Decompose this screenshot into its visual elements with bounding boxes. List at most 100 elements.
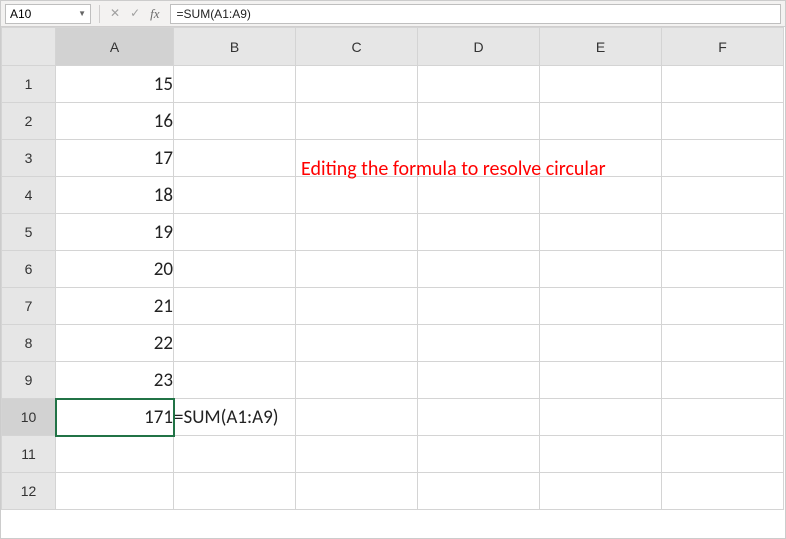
cell-B4[interactable] <box>174 177 296 214</box>
fx-icon[interactable]: fx <box>150 6 159 22</box>
cell-B1[interactable] <box>174 66 296 103</box>
cell-B9[interactable] <box>174 362 296 399</box>
cell-E1[interactable] <box>540 66 662 103</box>
table-row: 721 <box>2 288 784 325</box>
row-header-4[interactable]: 4 <box>2 177 56 214</box>
cancel-icon[interactable]: ✕ <box>110 6 120 21</box>
cell-B11[interactable] <box>174 436 296 473</box>
cell-C2[interactable] <box>296 103 418 140</box>
cell-F8[interactable] <box>662 325 784 362</box>
cell-F5[interactable] <box>662 214 784 251</box>
cell-B7[interactable] <box>174 288 296 325</box>
cell-D4[interactable] <box>418 177 540 214</box>
row-header-6[interactable]: 6 <box>2 251 56 288</box>
name-box-dropdown-icon[interactable]: ▼ <box>78 9 86 18</box>
name-box[interactable]: A10 ▼ <box>5 4 91 24</box>
select-all-corner[interactable] <box>2 28 56 66</box>
cell-F10[interactable] <box>662 399 784 436</box>
table-row: 923 <box>2 362 784 399</box>
cell-D1[interactable] <box>418 66 540 103</box>
cell-D12[interactable] <box>418 473 540 510</box>
row-header-2[interactable]: 2 <box>2 103 56 140</box>
cell-C10[interactable] <box>296 399 418 436</box>
cell-B12[interactable] <box>174 473 296 510</box>
cell-C4[interactable] <box>296 177 418 214</box>
cell-F11[interactable] <box>662 436 784 473</box>
row-header-10[interactable]: 10 <box>2 399 56 436</box>
cell-E11[interactable] <box>540 436 662 473</box>
cell-E8[interactable] <box>540 325 662 362</box>
row-header-9[interactable]: 9 <box>2 362 56 399</box>
cell-E2[interactable] <box>540 103 662 140</box>
cell-C5[interactable] <box>296 214 418 251</box>
row-header-12[interactable]: 12 <box>2 473 56 510</box>
cell-B6[interactable] <box>174 251 296 288</box>
cell-A2[interactable]: 16 <box>56 103 174 140</box>
row-header-8[interactable]: 8 <box>2 325 56 362</box>
row-header-7[interactable]: 7 <box>2 288 56 325</box>
cell-E9[interactable] <box>540 362 662 399</box>
cell-A4[interactable]: 18 <box>56 177 174 214</box>
cell-C6[interactable] <box>296 251 418 288</box>
row-header-3[interactable]: 3 <box>2 140 56 177</box>
cell-F3[interactable] <box>662 140 784 177</box>
cell-F6[interactable] <box>662 251 784 288</box>
cell-F1[interactable] <box>662 66 784 103</box>
cell-C11[interactable] <box>296 436 418 473</box>
cell-D2[interactable] <box>418 103 540 140</box>
cell-C7[interactable] <box>296 288 418 325</box>
cell-A5[interactable]: 19 <box>56 214 174 251</box>
cell-B8[interactable] <box>174 325 296 362</box>
cell-D5[interactable] <box>418 214 540 251</box>
cell-C12[interactable] <box>296 473 418 510</box>
column-header-B[interactable]: B <box>174 28 296 66</box>
cell-F12[interactable] <box>662 473 784 510</box>
cell-F7[interactable] <box>662 288 784 325</box>
formula-input[interactable]: =SUM(A1:A9) <box>170 4 781 24</box>
cell-E10[interactable] <box>540 399 662 436</box>
enter-icon[interactable]: ✓ <box>130 6 140 21</box>
cell-D9[interactable] <box>418 362 540 399</box>
cell-D11[interactable] <box>418 436 540 473</box>
row-header-5[interactable]: 5 <box>2 214 56 251</box>
cell-A6[interactable]: 20 <box>56 251 174 288</box>
cell-A12[interactable] <box>56 473 174 510</box>
cell-F4[interactable] <box>662 177 784 214</box>
column-header-E[interactable]: E <box>540 28 662 66</box>
cell-B2[interactable] <box>174 103 296 140</box>
cell-A1[interactable]: 15 <box>56 66 174 103</box>
cell-E6[interactable] <box>540 251 662 288</box>
cell-F9[interactable] <box>662 362 784 399</box>
cell-A11[interactable] <box>56 436 174 473</box>
cell-E5[interactable] <box>540 214 662 251</box>
table-row: 216 <box>2 103 784 140</box>
cell-A9[interactable]: 23 <box>56 362 174 399</box>
row-header-1[interactable]: 1 <box>2 66 56 103</box>
cell-C9[interactable] <box>296 362 418 399</box>
cell-D7[interactable] <box>418 288 540 325</box>
cell-C8[interactable] <box>296 325 418 362</box>
cell-E3[interactable] <box>540 140 662 177</box>
cell-A3[interactable]: 17 <box>56 140 174 177</box>
cell-A7[interactable]: 21 <box>56 288 174 325</box>
cell-E4[interactable] <box>540 177 662 214</box>
row-header-11[interactable]: 11 <box>2 436 56 473</box>
cell-E12[interactable] <box>540 473 662 510</box>
cell-D8[interactable] <box>418 325 540 362</box>
column-header-A[interactable]: A <box>56 28 174 66</box>
cell-C1[interactable] <box>296 66 418 103</box>
cell-E7[interactable] <box>540 288 662 325</box>
column-header-C[interactable]: C <box>296 28 418 66</box>
cell-A10[interactable]: 171 <box>56 399 174 436</box>
cell-B5[interactable] <box>174 214 296 251</box>
cell-C3[interactable] <box>296 140 418 177</box>
cell-F2[interactable] <box>662 103 784 140</box>
cell-D3[interactable] <box>418 140 540 177</box>
cell-B10[interactable]: =SUM(A1:A9) <box>174 399 296 436</box>
column-header-F[interactable]: F <box>662 28 784 66</box>
cell-D10[interactable] <box>418 399 540 436</box>
cell-A8[interactable]: 22 <box>56 325 174 362</box>
cell-B3[interactable] <box>174 140 296 177</box>
column-header-D[interactable]: D <box>418 28 540 66</box>
cell-D6[interactable] <box>418 251 540 288</box>
